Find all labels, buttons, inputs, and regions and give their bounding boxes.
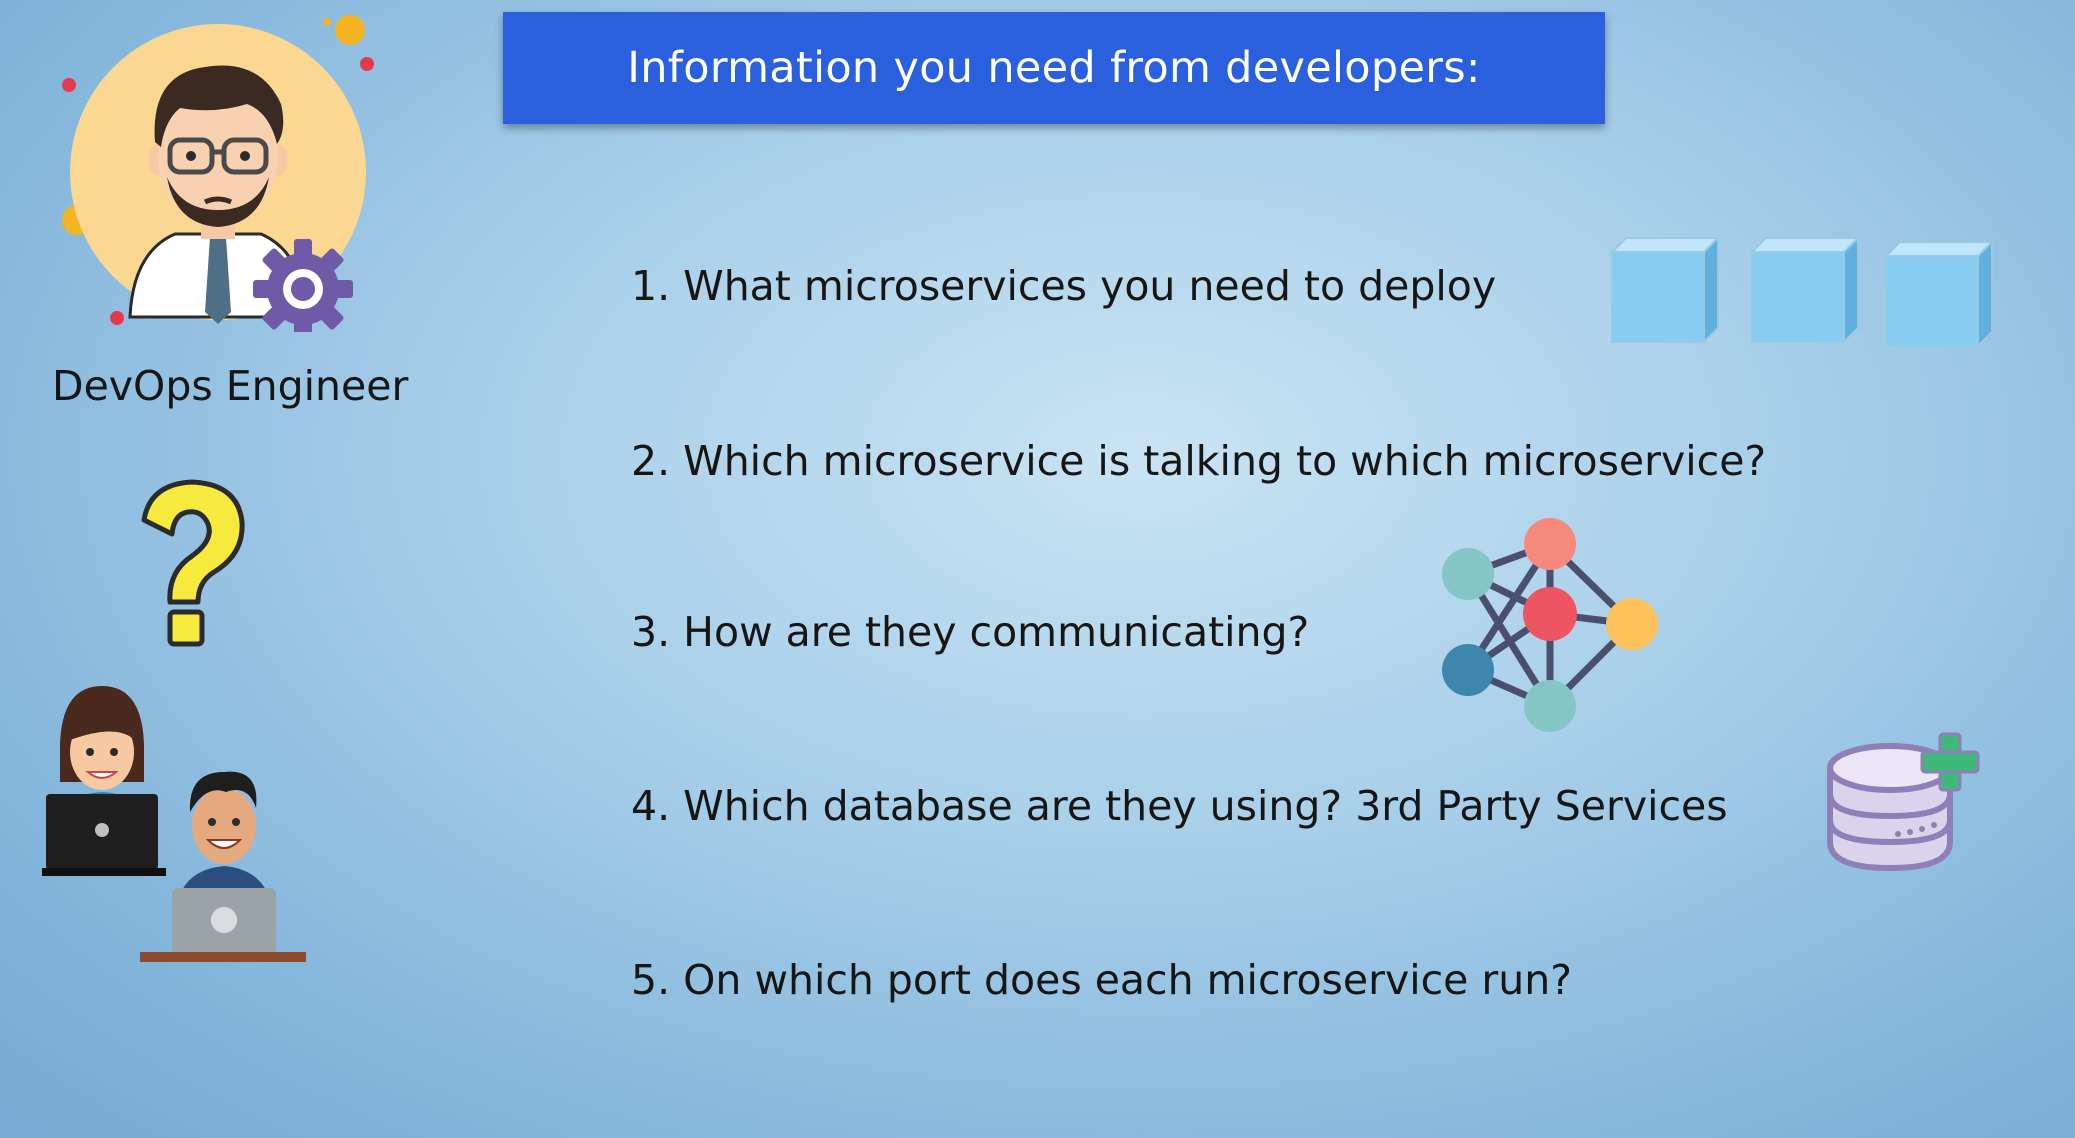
developers-with-laptops-icon (42, 686, 306, 962)
question-mark-icon (141, 479, 245, 647)
question-item-2: 2. Which microservice is talking to whic… (631, 437, 1767, 485)
engineer-avatar-icon (62, 15, 374, 332)
role-label: DevOps Engineer (52, 362, 409, 410)
question-item-4: 4. Which database are they using? 3rd Pa… (631, 782, 1728, 830)
question-item-3: 3. How are they communicating? (631, 608, 1310, 656)
question-item-1: 1. What microservices you need to deploy (631, 262, 1497, 310)
microservice-cubes-icon (1609, 235, 1995, 349)
question-item-5: 5. On which port does each microservice … (631, 956, 1573, 1004)
network-graph-icon (1442, 518, 1658, 732)
database-add-icon (1827, 732, 1980, 872)
slide-title: Information you need from developers: (503, 12, 1605, 124)
